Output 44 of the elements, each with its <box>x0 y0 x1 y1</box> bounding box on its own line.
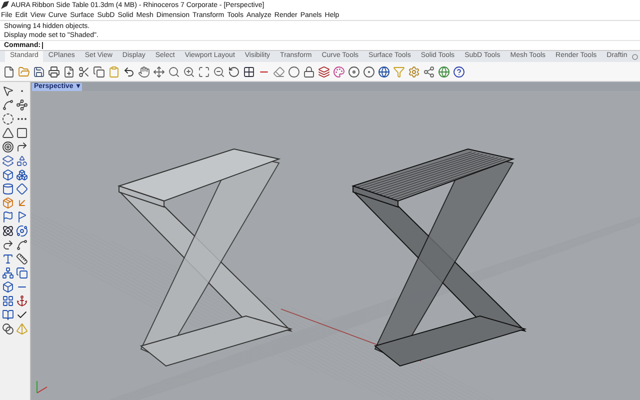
circle-icon[interactable] <box>288 66 300 78</box>
globe-icon[interactable] <box>438 66 450 78</box>
copy-icon[interactable] <box>93 66 105 78</box>
zoom-extents-icon[interactable] <box>198 66 210 78</box>
more-tabs-icon[interactable] <box>632 54 638 60</box>
array-icon[interactable] <box>2 295 14 307</box>
polyline-icon[interactable] <box>2 99 14 111</box>
pointer-icon[interactable] <box>2 85 14 97</box>
gear-icon[interactable] <box>408 66 420 78</box>
circle-icon[interactable] <box>2 113 14 125</box>
nodes-icon[interactable] <box>423 66 435 78</box>
zoom-in-icon[interactable] <box>183 66 195 78</box>
spheres-icon[interactable] <box>2 225 14 237</box>
text-cursor <box>42 42 43 49</box>
dimension-icon[interactable] <box>16 253 28 265</box>
flag-icon[interactable] <box>2 211 14 223</box>
file-plus-icon[interactable] <box>63 66 75 78</box>
printer-icon[interactable] <box>48 66 60 78</box>
zoom-icon[interactable] <box>168 66 180 78</box>
box-icon[interactable] <box>2 169 14 181</box>
new-file-icon[interactable] <box>3 66 15 78</box>
check-icon[interactable] <box>16 309 28 321</box>
scissors-icon[interactable] <box>78 66 90 78</box>
box-icon[interactable] <box>2 281 14 293</box>
text-icon[interactable] <box>2 253 14 265</box>
eraser-icon[interactable] <box>273 66 285 78</box>
flag-icon[interactable] <box>16 211 28 223</box>
clipboard-icon[interactable] <box>108 66 120 78</box>
move-icon[interactable] <box>153 66 165 78</box>
hand-icon[interactable] <box>138 66 150 78</box>
rotate-icon[interactable] <box>228 66 240 78</box>
grid-icon[interactable] <box>243 66 255 78</box>
undo-icon[interactable] <box>123 66 135 78</box>
zoom-out-icon[interactable] <box>213 66 225 78</box>
cylinder-icon[interactable] <box>2 183 14 195</box>
help-icon[interactable] <box>453 66 465 78</box>
rectangle-icon[interactable] <box>16 127 28 139</box>
layers-icon[interactable] <box>318 66 330 78</box>
anchor-icon[interactable] <box>16 295 28 307</box>
axis-gizmo-icon <box>36 380 48 394</box>
book-icon[interactable] <box>2 309 14 321</box>
lock-icon[interactable] <box>303 66 315 78</box>
save-icon[interactable] <box>33 66 45 78</box>
copy-icon[interactable] <box>16 267 28 279</box>
